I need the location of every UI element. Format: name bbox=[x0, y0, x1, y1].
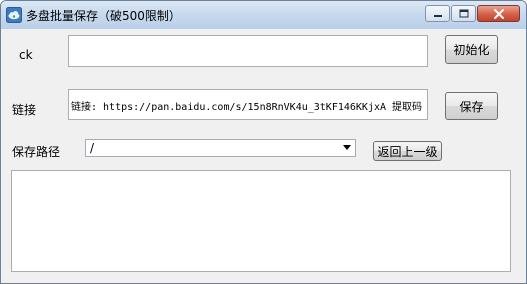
cloud-app-icon bbox=[6, 7, 22, 23]
ck-label: ck bbox=[19, 48, 33, 62]
save-button-label: 保存 bbox=[459, 99, 484, 114]
caption-buttons bbox=[425, 5, 520, 22]
save-button[interactable]: 保存 bbox=[445, 92, 498, 120]
initialize-button-label: 初始化 bbox=[453, 43, 490, 57]
save-path-selected: / bbox=[90, 141, 95, 155]
chevron-down-icon bbox=[343, 145, 351, 150]
save-path-select[interactable]: / bbox=[85, 139, 356, 157]
go-up-button[interactable]: 返回上一级 bbox=[373, 141, 442, 161]
log-textarea[interactable] bbox=[11, 170, 511, 272]
link-input-value: 链接: https://pan.baidu.com/s/15n8RnVK4u_3… bbox=[71, 102, 423, 113]
save-path-label: 保存路径 bbox=[12, 145, 61, 159]
link-label: 链接 bbox=[12, 103, 37, 117]
minimize-icon bbox=[433, 14, 442, 17]
maximize-icon bbox=[459, 9, 468, 18]
maximize-button[interactable] bbox=[451, 5, 476, 22]
go-up-button-label: 返回上一级 bbox=[377, 144, 438, 159]
minimize-button[interactable] bbox=[425, 5, 450, 22]
close-icon bbox=[493, 8, 504, 19]
close-button[interactable] bbox=[477, 5, 520, 22]
window-title: 多盘批量保存（破500限制） bbox=[26, 9, 181, 23]
title-bar[interactable]: 多盘批量保存（破500限制） bbox=[1, 1, 526, 29]
link-input[interactable]: 链接: https://pan.baidu.com/s/15n8RnVK4u_3… bbox=[68, 89, 428, 120]
initialize-button[interactable]: 初始化 bbox=[445, 35, 498, 64]
window-body: ck 初始化 链接 链接: https://pan.baidu.com/s/15… bbox=[1, 29, 526, 283]
ck-input[interactable] bbox=[68, 35, 428, 67]
app-window: 多盘批量保存（破500限制） ck 初始化 链接 链接: https://pan… bbox=[0, 0, 527, 284]
